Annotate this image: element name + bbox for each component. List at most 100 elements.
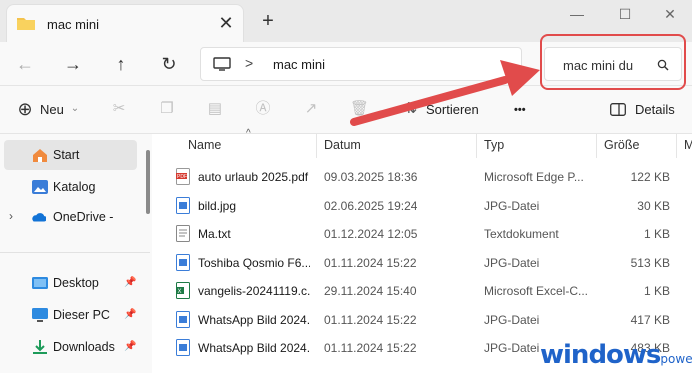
file-date: 01.11.2024 15:22: [324, 341, 417, 355]
sidebar-label: Desktop: [53, 276, 99, 290]
chevron-down-icon: ⌄: [70, 103, 80, 114]
pc-icon: [32, 308, 48, 322]
tab-mac-mini[interactable]: mac mini ✕: [6, 4, 244, 42]
file-size: 1 KB: [643, 284, 670, 298]
column-header-type[interactable]: Typ: [484, 138, 504, 152]
column-header-size[interactable]: Größe: [604, 138, 639, 152]
file-name: WhatsApp Bild 2024...: [198, 312, 310, 327]
file-list: ^ Name Datum Typ Größe M PDF auto urlaub…: [152, 128, 692, 373]
command-bar: ⊕ Neu ⌄ ✂ ❐ ▤ Ⓐ ↗ 🗑 ⇅ Sortieren ••• Deta…: [0, 86, 692, 134]
sidebar-scrollbar[interactable]: [146, 150, 150, 214]
pin-icon[interactable]: 📌: [124, 332, 136, 362]
file-size: 122 KB: [630, 170, 670, 184]
more-options-button[interactable]: •••: [514, 98, 526, 122]
file-name: Toshiba Qosmio F6...: [198, 255, 310, 270]
close-tab-icon[interactable]: ✕: [216, 13, 236, 33]
up-button[interactable]: ↑: [106, 50, 136, 78]
search-highlight-box: [540, 34, 686, 90]
breadcrumb-separator: >: [245, 55, 254, 71]
new-button[interactable]: Neu: [40, 98, 64, 122]
image-icon: [176, 339, 190, 356]
sidebar-label: Dieser PC: [53, 308, 110, 322]
back-button[interactable]: ←: [10, 50, 40, 78]
sidebar-item-downloads[interactable]: Downloads 📌: [0, 332, 140, 362]
file-type: Microsoft Edge P...: [484, 170, 584, 184]
sidebar-item-dieser-pc[interactable]: Dieser PC 📌: [0, 300, 140, 330]
breadcrumb-location[interactable]: mac mini: [273, 57, 325, 72]
download-icon: [33, 340, 47, 354]
file-date: 01.11.2024 15:22: [324, 255, 417, 270]
tab-title: mac mini: [47, 17, 100, 32]
pdf-icon: PDF: [176, 168, 190, 185]
column-header-more[interactable]: M: [684, 138, 692, 152]
file-date: 09.03.2025 18:36: [324, 170, 418, 184]
svg-text:X: X: [178, 289, 182, 295]
column-divider[interactable]: [596, 134, 597, 158]
folder-icon: [17, 18, 35, 30]
file-size: 513 KB: [630, 255, 670, 270]
file-type: JPG-Datei: [484, 255, 540, 270]
column-header-name[interactable]: Name: [188, 138, 221, 152]
sidebar-label: OneDrive - Perso: [53, 210, 114, 224]
address-bar[interactable]: > mac mini: [200, 47, 522, 81]
refresh-button[interactable]: ↻: [154, 50, 184, 78]
cut-icon[interactable]: ✂: [110, 100, 128, 118]
file-row[interactable]: Ma.txt 01.12.2024 12:05 Textdokument 1 K…: [152, 221, 692, 248]
file-date: 29.11.2024 15:40: [324, 284, 417, 298]
navigation-pane: Start Katalog › OneDrive - Perso Desktop…: [0, 134, 152, 373]
file-name: WhatsApp Bild 2024...: [198, 341, 310, 355]
sort-button[interactable]: Sortieren: [426, 98, 479, 122]
file-row[interactable]: Toshiba Qosmio F6... 01.11.2024 15:22 JP…: [152, 250, 692, 277]
text-file-icon: [176, 225, 190, 242]
column-header-date[interactable]: Datum: [324, 138, 361, 152]
minimize-button[interactable]: —: [562, 4, 592, 26]
share-icon[interactable]: ↗: [302, 100, 320, 118]
file-date: 01.12.2024 12:05: [324, 227, 418, 241]
file-size: 417 KB: [630, 312, 670, 327]
image-icon: [176, 310, 190, 328]
file-name: vangelis-20241119.c...: [198, 284, 310, 298]
computer-icon: [213, 57, 231, 71]
column-divider[interactable]: [676, 134, 677, 158]
sidebar-item-start[interactable]: Start: [4, 140, 137, 170]
file-row[interactable]: WhatsApp Bild 2024... 01.11.2024 15:22 J…: [152, 307, 692, 334]
sidebar-item-onedrive[interactable]: OneDrive - Perso: [0, 202, 146, 232]
excel-icon: X: [176, 282, 190, 299]
sort-icon: ⇅: [404, 100, 418, 117]
paste-icon[interactable]: ▤: [206, 100, 224, 118]
copy-icon[interactable]: ❐: [158, 100, 176, 118]
file-name: auto urlaub 2025.pdf: [198, 170, 309, 184]
logo-suffix-text: power: [660, 352, 692, 366]
file-row[interactable]: X vangelis-20241119.c... 29.11.2024 15:4…: [152, 278, 692, 305]
new-tab-button[interactable]: +: [258, 11, 278, 31]
image-icon: [176, 253, 190, 271]
column-divider[interactable]: [316, 134, 317, 158]
sidebar-label: Downloads: [53, 340, 115, 354]
file-type: JPG-Datei: [484, 312, 540, 327]
close-window-button[interactable]: ✕: [655, 4, 685, 26]
file-type: Textdokument: [484, 227, 559, 241]
file-row[interactable]: PDF auto urlaub 2025.pdf 09.03.2025 18:3…: [152, 164, 692, 191]
pin-icon[interactable]: 📌: [124, 268, 136, 298]
logo-main-text: windows: [540, 340, 661, 370]
details-pane-icon: [610, 103, 626, 116]
column-divider[interactable]: [476, 134, 477, 158]
file-date: 01.11.2024 15:22: [324, 312, 417, 327]
desktop-icon: [32, 277, 48, 289]
windowspower-logo: windowspower: [540, 340, 692, 370]
file-row[interactable]: bild.jpg 02.06.2025 19:24 JPG-Datei 30 K…: [152, 193, 692, 220]
sidebar-divider: [0, 252, 150, 253]
file-size: 30 KB: [637, 198, 670, 213]
sidebar-item-desktop[interactable]: Desktop 📌: [0, 268, 140, 298]
pin-icon[interactable]: 📌: [124, 300, 136, 330]
sidebar-label: Start: [53, 148, 80, 162]
delete-icon[interactable]: 🗑: [350, 100, 369, 118]
maximize-button[interactable]: ☐: [610, 4, 640, 26]
forward-button[interactable]: →: [58, 50, 88, 78]
rename-icon[interactable]: Ⓐ: [254, 100, 272, 118]
file-size: 1 KB: [643, 227, 670, 241]
image-icon: [176, 196, 190, 214]
sort-ascending-icon: ^: [246, 128, 251, 139]
details-button[interactable]: Details: [635, 98, 675, 122]
sidebar-item-katalog[interactable]: Katalog: [0, 172, 140, 202]
